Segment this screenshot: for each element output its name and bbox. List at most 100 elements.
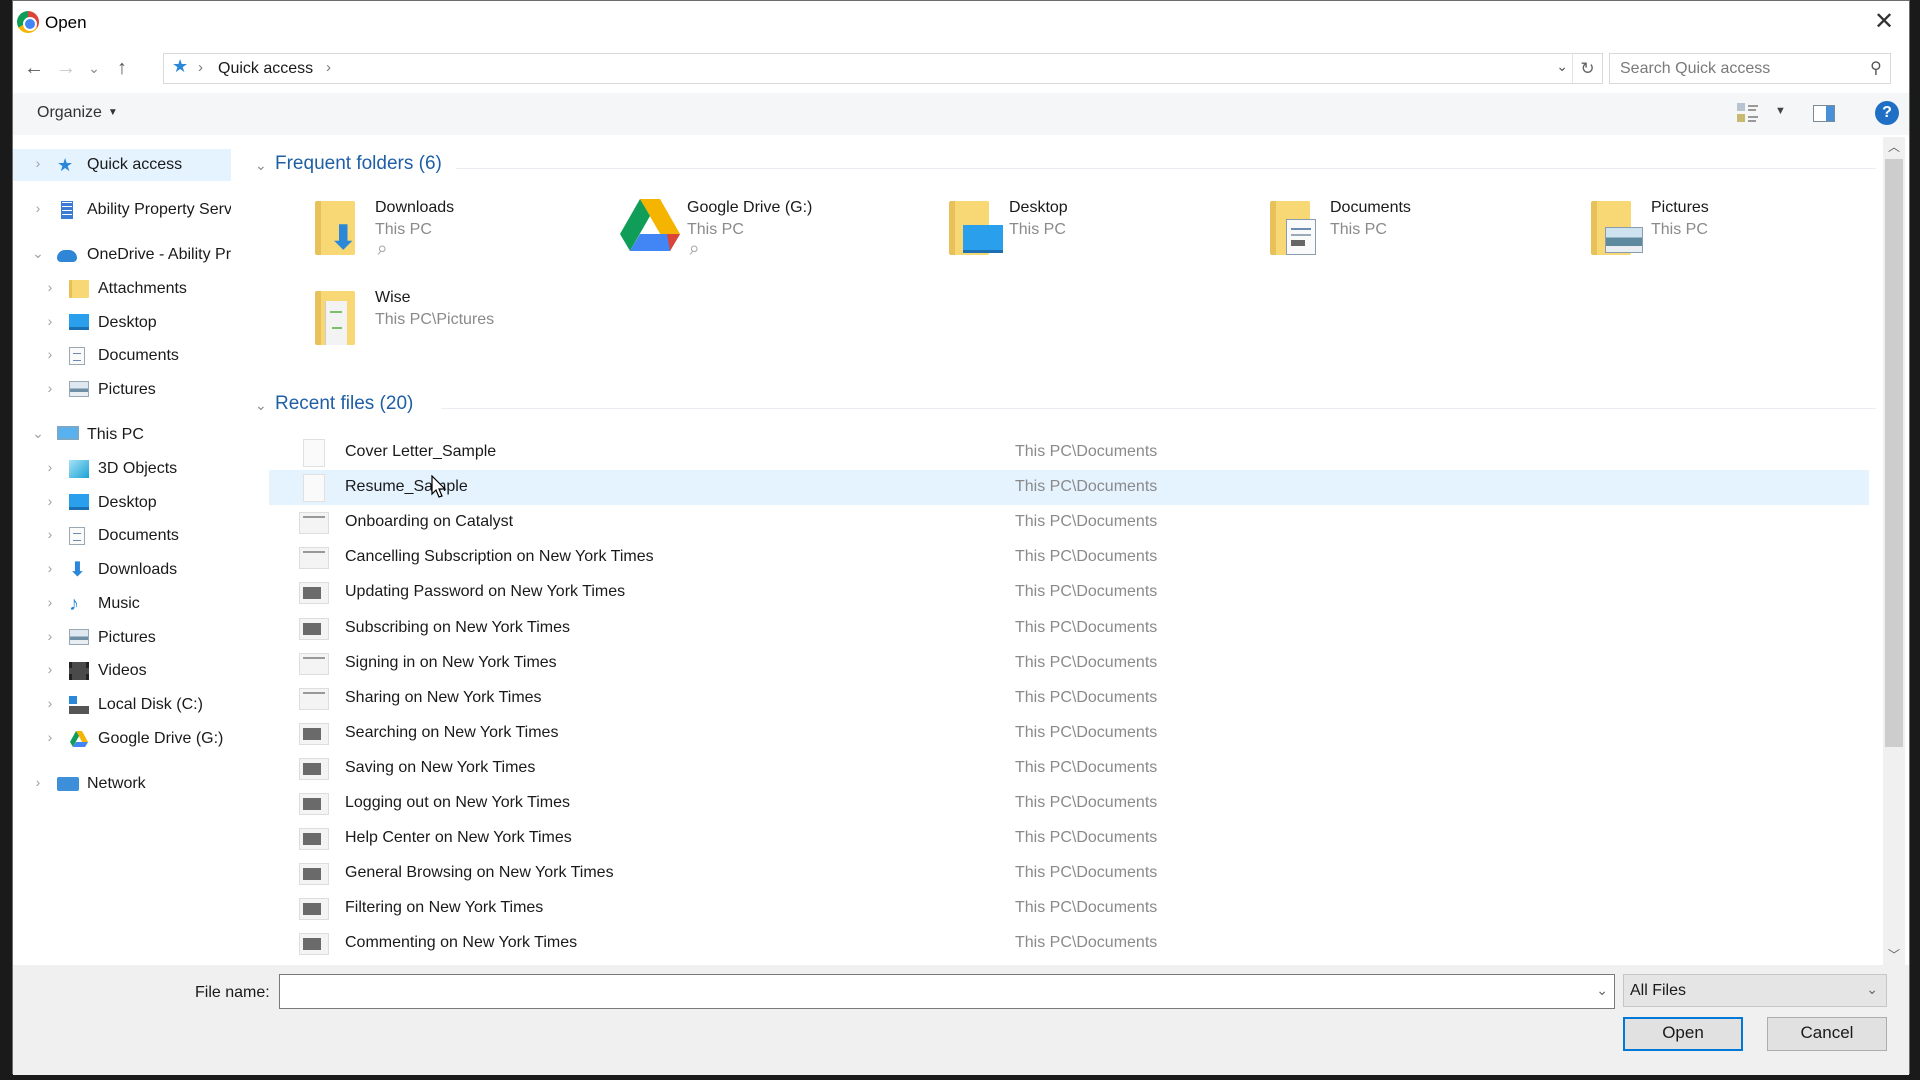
recent-file-row[interactable]: Logging out on New York Times This PC\Doc… xyxy=(269,786,1869,821)
sidebar-item-label: Desktop xyxy=(98,494,157,511)
sidebar-item-3d-objects[interactable]: › 3D Objects xyxy=(13,453,231,485)
view-options-caret-icon[interactable]: ▼ xyxy=(1775,105,1786,117)
refresh-button[interactable]: ↻ xyxy=(1572,54,1602,83)
breadcrumb-separator[interactable]: › xyxy=(198,59,203,76)
sidebar-item-label: Pictures xyxy=(98,629,156,646)
folder-icon xyxy=(69,280,89,298)
search-input[interactable] xyxy=(1620,59,1850,79)
frequent-folder-downloads[interactable]: ⬇ Downloads This PC ⚲ xyxy=(307,197,607,267)
view-thumb-icon xyxy=(1737,114,1745,122)
recent-file-row[interactable]: Cancelling Subscription on New York Time… xyxy=(269,540,1869,575)
frequent-folder-desktop[interactable]: Desktop This PC xyxy=(941,197,1241,267)
chevron-down-icon[interactable]: ⌄ xyxy=(31,245,45,262)
frequent-folder-google-drive-g[interactable]: Google Drive (G:) This PC ⚲ xyxy=(619,197,919,267)
sidebar-item-desktop[interactable]: › Desktop xyxy=(13,487,231,519)
change-view-button[interactable] xyxy=(1737,103,1759,123)
chevron-right-icon[interactable]: › xyxy=(43,279,57,295)
search-box[interactable]: ⚲ xyxy=(1609,53,1891,84)
address-bar[interactable]: ★ › Quick access › ⌄ ↻ xyxy=(163,53,1603,84)
frequent-folder-wise[interactable]: Wise This PC\Pictures xyxy=(307,287,607,357)
recent-file-row[interactable]: Onboarding on Catalyst This PC\Documents xyxy=(269,505,1869,540)
back-button[interactable]: ← xyxy=(21,55,47,81)
recent-file-row[interactable]: Filtering on New York Times This PC\Docum… xyxy=(269,891,1869,926)
preview-pane-button[interactable] xyxy=(1813,105,1835,122)
file-type-select[interactable]: All Files ⌄ xyxy=(1623,974,1887,1007)
sidebar-item-ability-property-servi[interactable]: › Ability Property Servi xyxy=(13,194,231,226)
file-name-input[interactable] xyxy=(286,981,1576,1003)
chevron-right-icon[interactable]: › xyxy=(43,628,57,644)
file-location: This PC\Documents xyxy=(1015,548,1158,566)
help-button[interactable]: ? xyxy=(1875,101,1899,125)
chevron-right-icon[interactable]: › xyxy=(31,200,45,216)
recent-file-row[interactable]: Commenting on New York Times This PC\Docu… xyxy=(269,926,1869,961)
scroll-up-button[interactable]: ︿ xyxy=(1883,137,1905,157)
chevron-right-icon[interactable]: › xyxy=(43,560,57,576)
breadcrumb-separator[interactable]: › xyxy=(326,59,331,76)
file-name: Help Center on New York Times xyxy=(345,829,572,847)
chevron-down-icon[interactable]: ⌄ xyxy=(31,425,45,442)
sidebar-item-quick-access[interactable]: › ★ Quick access xyxy=(13,149,231,181)
sidebar-item-network[interactable]: › Network xyxy=(13,768,231,800)
file-name-combobox[interactable]: ⌄ xyxy=(279,974,1615,1009)
sidebar-item-music[interactable]: › ♪ Music xyxy=(13,588,231,620)
recent-file-row[interactable]: Updating Password on New York Times This … xyxy=(269,575,1869,610)
file-name: Sharing on New York Times xyxy=(345,688,542,706)
recent-file-row[interactable]: Saving on New York Times This PC\Document… xyxy=(269,751,1869,786)
image-thumbnail-icon xyxy=(299,547,329,570)
image-thumbnail-icon xyxy=(299,652,329,675)
frequent-folder-pictures[interactable]: Pictures This PC xyxy=(1583,197,1881,267)
organize-menu-button[interactable]: Organize ▼ xyxy=(37,104,118,122)
chevron-right-icon[interactable]: › xyxy=(43,493,57,509)
chevron-right-icon[interactable]: › xyxy=(43,313,57,329)
desktop-icon xyxy=(69,314,89,330)
sidebar-item-this-pc[interactable]: ⌄ This PC xyxy=(13,419,231,451)
organize-label: Organize xyxy=(37,104,102,121)
recent-file-row[interactable]: Subscribing on New York Times This PC\Doc… xyxy=(269,611,1869,646)
vertical-scrollbar[interactable]: ︿ ﹀ xyxy=(1883,137,1905,965)
address-dropdown-icon[interactable]: ⌄ xyxy=(1556,58,1568,75)
recent-file-row[interactable]: Signing in on New York Times This PC\Docu… xyxy=(269,646,1869,681)
recent-file-row[interactable]: General Browsing on New York Times This P… xyxy=(269,856,1869,891)
sidebar-item-pictures[interactable]: › Pictures xyxy=(13,622,231,654)
recent-file-row[interactable]: Resume_Sample This PC\Documents xyxy=(269,470,1869,506)
recent-file-row[interactable]: Sharing on New York Times This PC\Documen… xyxy=(269,681,1869,716)
chevron-right-icon[interactable]: › xyxy=(43,729,57,745)
sidebar-item-local-disk-c[interactable]: › Local Disk (C:) xyxy=(13,689,231,721)
sidebar-item-documents[interactable]: › Documents xyxy=(13,340,231,372)
search-icon[interactable]: ⚲ xyxy=(1870,58,1882,78)
sidebar-item-desktop[interactable]: › Desktop xyxy=(13,307,231,339)
chevron-right-icon[interactable]: › xyxy=(31,155,45,171)
sidebar-item-downloads[interactable]: › ⬇ Downloads xyxy=(13,554,231,586)
chevron-right-icon[interactable]: › xyxy=(43,346,57,362)
sidebar-item-pictures[interactable]: › Pictures xyxy=(13,374,231,406)
sidebar-item-onedrive-ability-pro[interactable]: ⌄ OneDrive - Ability Pro xyxy=(13,239,231,271)
sidebar-item-documents[interactable]: › Documents xyxy=(13,520,231,552)
recent-file-row[interactable]: Searching on New York Times This PC\Docum… xyxy=(269,716,1869,751)
recent-locations-button[interactable]: ⌄ xyxy=(81,55,107,81)
up-button[interactable]: ↑ xyxy=(109,55,135,81)
forward-button[interactable]: → xyxy=(53,55,79,81)
chevron-right-icon[interactable]: › xyxy=(43,594,57,610)
chevron-right-icon[interactable]: › xyxy=(43,459,57,475)
chevron-right-icon[interactable]: › xyxy=(43,526,57,542)
sidebar-item-google-drive-g[interactable]: › Google Drive (G:) xyxy=(13,723,231,755)
cancel-button[interactable]: Cancel xyxy=(1767,1017,1887,1051)
chevron-right-icon[interactable]: › xyxy=(43,380,57,396)
breadcrumb-quick-access[interactable]: Quick access xyxy=(218,60,313,78)
download-icon: ⬇ xyxy=(69,559,86,581)
chevron-down-icon[interactable]: ⌄ xyxy=(1596,982,1608,999)
close-button[interactable]: ✕ xyxy=(1867,7,1901,39)
file-name: Logging out on New York Times xyxy=(345,794,571,811)
chevron-right-icon[interactable]: › xyxy=(43,661,57,677)
recent-file-row[interactable]: Cover Letter_Sample This PC\Documents xyxy=(269,435,1869,470)
recent-file-row[interactable]: Help Center on New York Times This PC\Doc… xyxy=(269,821,1869,856)
sidebar-item-attachments[interactable]: › Attachments xyxy=(13,273,231,305)
chevron-right-icon[interactable]: › xyxy=(31,774,45,790)
scrollbar-thumb[interactable] xyxy=(1885,159,1903,747)
chevron-right-icon[interactable]: › xyxy=(43,695,57,711)
scroll-down-button[interactable]: ﹀ xyxy=(1883,945,1905,965)
sidebar-item-videos[interactable]: › Videos xyxy=(13,655,231,687)
frequent-folder-documents[interactable]: Documents This PC xyxy=(1262,197,1562,267)
open-button[interactable]: Open xyxy=(1623,1017,1743,1051)
file-location: This PC\Documents xyxy=(1015,829,1158,847)
